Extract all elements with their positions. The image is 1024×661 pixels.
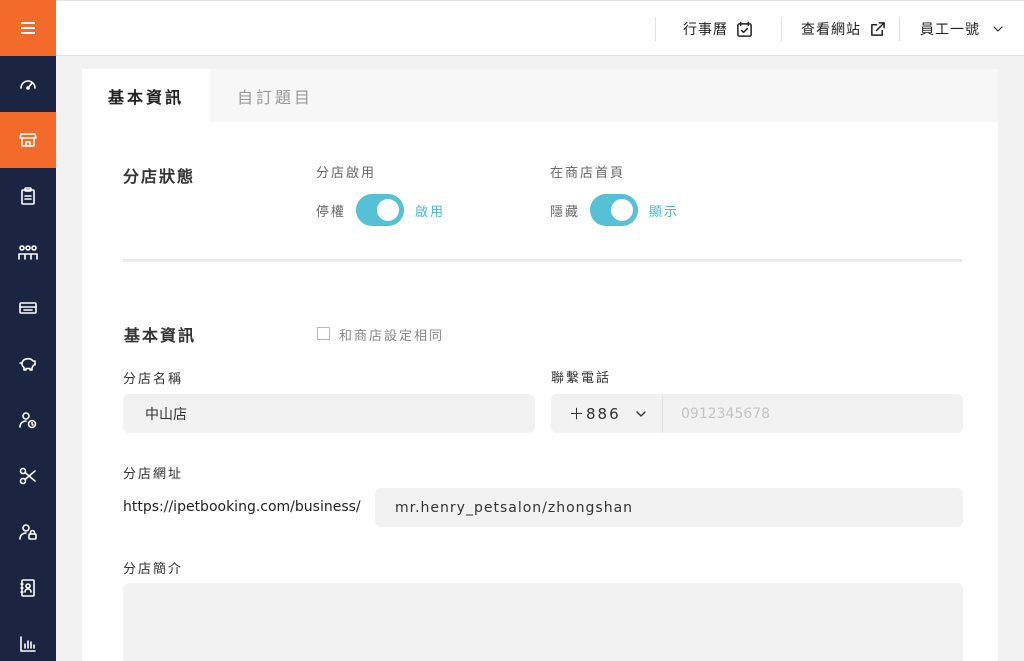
calendar-label: 行事曆 (683, 22, 728, 38)
sidebar-item-store[interactable] (0, 112, 56, 168)
sidebar-item-staff[interactable] (0, 224, 56, 280)
branch-enable-off-label: 停權 (316, 205, 347, 220)
country-code-value: ＋886 (569, 405, 621, 423)
sidebar-item-dashboard[interactable] (0, 56, 56, 112)
phone-input[interactable]: 0912345678 (681, 394, 770, 433)
branch-name-label: 分店名稱 (123, 372, 184, 387)
branch-url-input[interactable]: mr.henry_petsalon/zhongshan (375, 488, 963, 527)
store-icon (19, 133, 37, 147)
view-site-label: 查看網站 (801, 22, 861, 38)
homepage-display-toggle[interactable] (590, 194, 638, 226)
dashboard-icon (20, 80, 36, 90)
bar-chart-icon (20, 636, 36, 652)
hamburger-icon (21, 22, 35, 34)
calendar-check-icon (737, 21, 752, 37)
chevron-down-icon (635, 410, 646, 417)
ticket-icon (19, 302, 37, 314)
branch-name-value: 中山店 (145, 406, 187, 423)
branch-intro-textarea[interactable] (123, 583, 963, 661)
calendar-link[interactable]: 行事曆 (683, 1, 753, 57)
homepage-hide-label: 隱藏 (550, 205, 581, 220)
branch-intro-label: 分店簡介 (123, 562, 184, 577)
branch-url-label: 分店網址 (123, 467, 184, 482)
sidebar-item-services[interactable] (0, 448, 56, 504)
branch-url-prefix: https://ipetbooking.com/business/ (123, 499, 361, 515)
sidebar-item-clipboard[interactable] (0, 168, 56, 224)
phone-field: ＋886 0912345678 (551, 394, 963, 433)
homepage-show-label: 顯示 (649, 205, 680, 220)
top-divider (655, 17, 656, 41)
toggle-knob (377, 199, 399, 221)
branch-enable-toggle[interactable] (356, 194, 404, 226)
sidebar-item-user-schedule[interactable] (0, 392, 56, 448)
sidebar (0, 0, 56, 661)
sidebar-item-savings[interactable] (0, 336, 56, 392)
section-divider (123, 259, 962, 262)
user-clock-icon (19, 412, 37, 429)
user-menu[interactable]: 員工一號 (920, 1, 1004, 57)
external-link-icon (871, 21, 885, 36)
branch-settings-card: 基本資訊 自訂題目 分店狀態 分店啟用 停權 啟用 在商店首頁 隱藏 顯示 基本… (82, 69, 998, 661)
user-lock-icon (19, 524, 37, 540)
country-code-select[interactable]: ＋886 (551, 394, 663, 433)
sidebar-item-permissions[interactable] (0, 504, 56, 560)
branch-enable-on-label: 啟用 (415, 205, 446, 220)
top-divider (781, 17, 782, 41)
chevron-down-icon (993, 26, 1003, 32)
tab-custom-questions[interactable]: 自訂題目 (210, 69, 340, 122)
branch-name-input[interactable]: 中山店 (123, 394, 535, 433)
phone-placeholder: 0912345678 (681, 405, 771, 422)
top-bar: 行事曆 查看網站 員工一號 (56, 0, 1024, 56)
sidebar-item-customers[interactable] (0, 560, 56, 616)
same-as-store-label: 和商店設定相同 (339, 329, 445, 344)
sidebar-item-reports[interactable] (0, 616, 56, 661)
phone-label: 聯繫電話 (551, 371, 612, 386)
homepage-display-label: 在商店首頁 (550, 166, 626, 181)
branch-url-value: mr.henry_petsalon/zhongshan (395, 499, 634, 516)
branch-status-title: 分店狀態 (123, 167, 196, 186)
top-divider (899, 17, 900, 41)
contact-book-icon (20, 579, 35, 597)
tab-bar: 基本資訊 自訂題目 (82, 69, 998, 122)
tab-basic-info[interactable]: 基本資訊 (82, 69, 210, 122)
toggle-knob (611, 199, 633, 221)
branch-enable-label: 分店啟用 (316, 166, 377, 181)
menu-toggle-button[interactable] (0, 0, 56, 56)
view-site-link[interactable]: 查看網站 (801, 1, 886, 57)
staff-group-icon (18, 245, 38, 260)
scissors-icon (19, 467, 36, 485)
basic-info-title: 基本資訊 (124, 326, 197, 345)
same-as-store-checkbox[interactable] (317, 327, 330, 340)
user-name: 員工一號 (920, 22, 980, 38)
clipboard-icon (21, 187, 35, 205)
sidebar-item-tickets[interactable] (0, 280, 56, 336)
piggy-bank-icon (19, 357, 36, 371)
